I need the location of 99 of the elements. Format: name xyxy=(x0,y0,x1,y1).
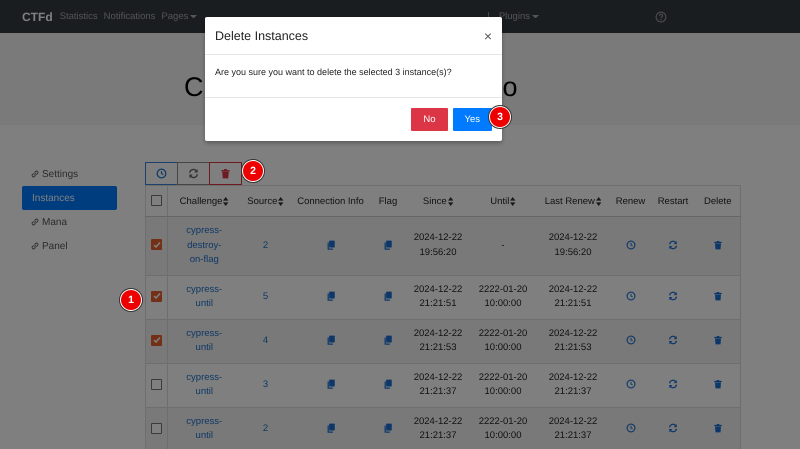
table-cell: 2222-01-20 10:00:00 xyxy=(478,416,528,441)
delete-icon[interactable] xyxy=(712,240,723,250)
column-header: Connection Info xyxy=(297,196,364,206)
restart-button[interactable] xyxy=(177,162,210,185)
row-checkbox[interactable] xyxy=(151,422,162,434)
renew-icon[interactable] xyxy=(626,379,636,390)
delete-icon[interactable] xyxy=(712,291,723,302)
table-cell: 2024-12-22 21:21:37 xyxy=(414,416,462,441)
column-header[interactable]: Since xyxy=(422,196,454,206)
nav-dropdown[interactable]: Pages xyxy=(161,11,198,22)
modal-title: Delete Instances xyxy=(215,28,308,42)
brand-logo[interactable]: CTFd xyxy=(22,10,53,24)
sort-icon xyxy=(448,196,454,206)
table-cell: 2222-01-20 10:00:00 xyxy=(478,284,528,309)
link-icon xyxy=(30,217,40,227)
column-header: Delete xyxy=(704,196,732,206)
copy-icon[interactable] xyxy=(326,423,336,434)
row-checkbox[interactable] xyxy=(151,378,162,390)
step-marker: 3 xyxy=(490,107,510,127)
column-header[interactable]: Source xyxy=(247,196,284,206)
copy-icon[interactable] xyxy=(383,335,393,346)
table-cell: 2024-12-22 21:21:53 xyxy=(414,328,462,353)
row-checkbox[interactable] xyxy=(151,290,162,302)
step-marker: 1 xyxy=(121,290,141,310)
table-cell: 2222-01-20 10:00:00 xyxy=(478,372,528,397)
renew-button[interactable] xyxy=(145,162,178,185)
restart-icon[interactable] xyxy=(668,423,678,434)
sort-icon xyxy=(510,196,516,206)
table-cell: - xyxy=(501,240,505,250)
renew-icon[interactable] xyxy=(626,240,636,250)
clock-icon xyxy=(156,168,167,179)
cancel-button[interactable]: No xyxy=(411,108,448,131)
column-header[interactable]: Last Renew xyxy=(544,196,602,206)
copy-icon[interactable] xyxy=(326,335,336,346)
page-heading: C xyxy=(184,74,204,101)
row-checkbox[interactable] xyxy=(151,239,162,250)
copy-icon[interactable] xyxy=(326,379,336,390)
source-link[interactable]: 3 xyxy=(262,378,268,390)
nav-dropdown[interactable]: Plugins xyxy=(498,11,539,22)
table-cell: 2024-12-22 21:21:51 xyxy=(414,284,462,309)
caret-icon xyxy=(532,14,539,18)
source-link[interactable]: 2 xyxy=(262,240,268,250)
help-icon[interactable] xyxy=(655,10,667,22)
sidebar-item[interactable]: Instances xyxy=(22,186,117,210)
column-header: Flag xyxy=(378,196,398,206)
sort-icon xyxy=(278,196,284,206)
table-cell: 2024-12-22 21:21:37 xyxy=(414,372,462,397)
table-cell: 2222-01-20 10:00:00 xyxy=(478,328,528,353)
restart-icon[interactable] xyxy=(668,240,678,250)
nav-link[interactable]: Statistics xyxy=(60,11,98,22)
delete-icon[interactable] xyxy=(712,379,723,390)
renew-icon[interactable] xyxy=(626,423,636,434)
copy-icon[interactable] xyxy=(383,240,393,250)
sidebar-item[interactable]: Mana xyxy=(22,210,117,234)
delete-icon[interactable] xyxy=(712,335,723,346)
delete-button[interactable] xyxy=(209,162,242,185)
close-button[interactable]: × xyxy=(484,28,492,44)
modal-message: Are you sure you want to delete the selected 3 instance(s)? xyxy=(215,67,452,77)
row-checkbox[interactable] xyxy=(151,334,162,346)
column-header[interactable]: Challenge xyxy=(180,196,229,206)
copy-icon[interactable] xyxy=(383,291,393,302)
table-cell: 2024-12-22 21:21:37 xyxy=(548,416,598,441)
challenge-link[interactable]: cypress-until xyxy=(182,370,226,400)
renew-icon[interactable] xyxy=(626,291,636,302)
sort-icon xyxy=(596,196,602,206)
table-cell: 2024-12-22 21:21:37 xyxy=(548,372,598,397)
copy-icon[interactable] xyxy=(326,240,336,250)
page-heading: o xyxy=(502,74,518,101)
source-link[interactable]: 5 xyxy=(262,290,268,302)
caret-icon xyxy=(190,14,198,18)
confirm-button[interactable]: Yes xyxy=(452,108,492,131)
select-all-checkbox[interactable] xyxy=(151,195,162,206)
delete-icon[interactable] xyxy=(712,423,723,434)
trash-icon xyxy=(220,168,231,179)
restart-icon[interactable] xyxy=(668,379,678,390)
renew-icon[interactable] xyxy=(626,335,636,346)
copy-icon[interactable] xyxy=(383,423,393,434)
column-header: Renew xyxy=(616,196,646,206)
link-icon xyxy=(30,169,40,179)
challenge-link[interactable]: cypress-until xyxy=(182,282,226,312)
sort-icon xyxy=(223,196,229,206)
column-header: Restart xyxy=(658,196,688,206)
table-cell: 2024-12-22 21:21:53 xyxy=(548,328,598,353)
sidebar-item[interactable]: Settings xyxy=(22,162,117,186)
copy-icon[interactable] xyxy=(383,379,393,390)
link-icon xyxy=(30,241,40,251)
source-link[interactable]: 4 xyxy=(262,334,268,346)
restart-icon[interactable] xyxy=(668,335,678,346)
step-marker: 2 xyxy=(243,161,263,181)
table-cell: 2024-12-22 19:56:20 xyxy=(414,232,462,258)
sidebar-item[interactable]: Panel xyxy=(22,234,117,258)
table-cell: 2024-12-22 19:56:20 xyxy=(548,232,598,258)
copy-icon[interactable] xyxy=(326,291,336,302)
restart-icon[interactable] xyxy=(668,291,678,302)
source-link[interactable]: 2 xyxy=(262,422,268,434)
table-cell: 2024-12-22 21:21:51 xyxy=(548,284,598,309)
nav-link[interactable]: Notifications xyxy=(104,11,156,22)
sync-icon xyxy=(188,168,199,179)
column-header[interactable]: Until xyxy=(490,196,516,206)
